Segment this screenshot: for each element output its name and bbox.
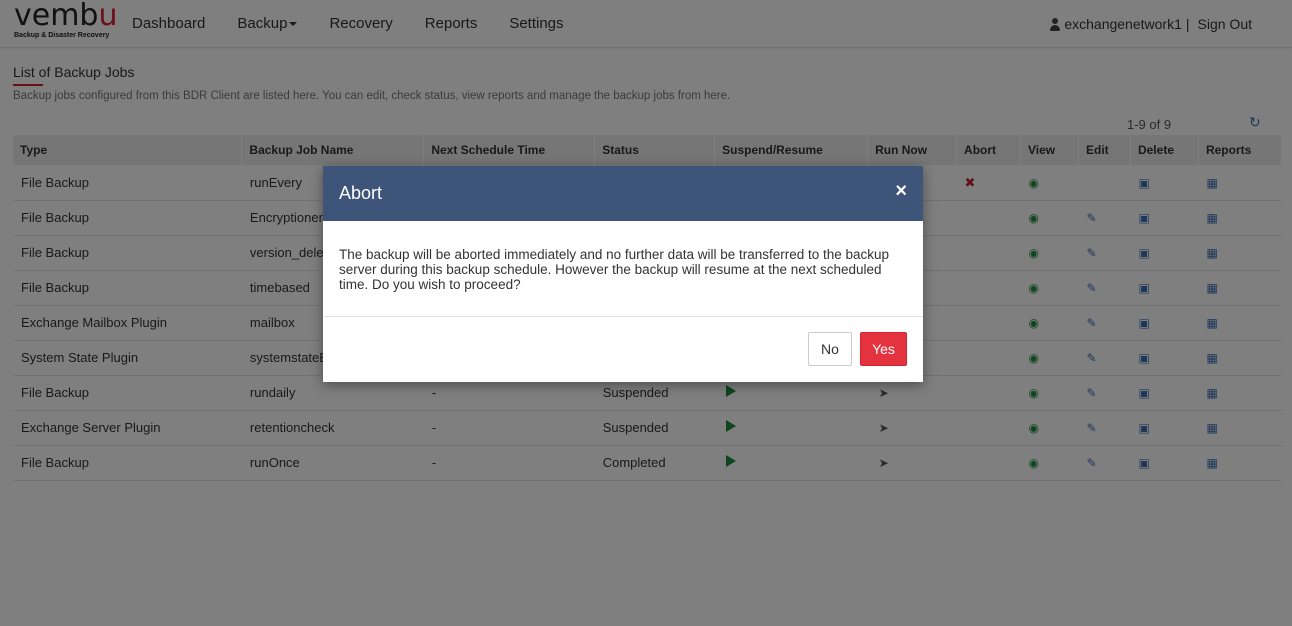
dialog-title: Abort bbox=[339, 183, 383, 203]
no-button[interactable]: No bbox=[808, 332, 852, 366]
dialog-header: Abort × bbox=[323, 166, 923, 221]
dialog-footer: No Yes bbox=[323, 317, 923, 381]
close-icon[interactable]: × bbox=[895, 181, 907, 201]
yes-button[interactable]: Yes bbox=[860, 332, 907, 366]
abort-dialog: Abort × The backup will be aborted immed… bbox=[323, 166, 923, 382]
dialog-message: The backup will be aborted immediately a… bbox=[323, 221, 923, 317]
